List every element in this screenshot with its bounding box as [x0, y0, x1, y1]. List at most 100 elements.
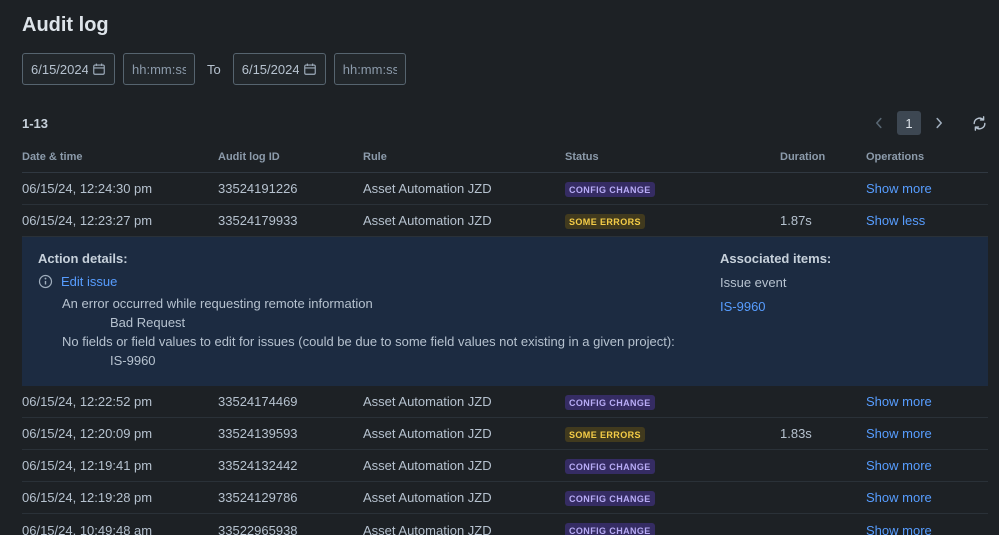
cell-audit-log-id: 33524129786	[218, 490, 363, 505]
to-time-input[interactable]	[343, 62, 397, 77]
cell-audit-log-id: 33522965938	[218, 523, 363, 535]
chevron-right-icon[interactable]	[927, 111, 951, 135]
action-row: Edit issue	[38, 274, 675, 289]
header-audit-log-id: Audit log ID	[218, 151, 363, 163]
cell-datetime: 06/15/24, 12:19:41 pm	[22, 458, 218, 473]
table-row: 06/15/24, 12:20:09 pm 33524139593 Asset …	[22, 418, 988, 450]
cell-status: CONFIG CHANGE	[565, 522, 780, 535]
cell-operations: Show more	[866, 394, 988, 409]
status-badge: CONFIG CHANGE	[565, 491, 655, 506]
cell-duration: 1.87s	[780, 213, 866, 228]
table-row: 06/15/24, 12:22:52 pm 33524174469 Asset …	[22, 386, 988, 418]
show-more-link[interactable]: Show more	[866, 523, 932, 535]
page-title: Audit log	[22, 14, 988, 37]
cell-operations: Show more	[866, 181, 988, 196]
cell-rule: Asset Automation JZD	[363, 426, 565, 441]
header-duration: Duration	[780, 151, 866, 163]
cell-status: CONFIG CHANGE	[565, 490, 780, 506]
cell-rule: Asset Automation JZD	[363, 458, 565, 473]
cell-rule: Asset Automation JZD	[363, 394, 565, 409]
cell-datetime: 06/15/24, 12:23:27 pm	[22, 213, 218, 228]
status-badge: CONFIG CHANGE	[565, 182, 655, 197]
info-icon	[38, 274, 53, 289]
action-details-section: Action details: Edit issue An error occu…	[38, 251, 675, 370]
cell-operations: Show more	[866, 490, 988, 505]
to-label: To	[203, 62, 225, 77]
table-row: 06/15/24, 10:49:48 am 33522965938 Asset …	[22, 514, 988, 535]
show-more-link[interactable]: Show more	[866, 181, 932, 196]
from-date-input[interactable]	[31, 62, 88, 77]
cell-datetime: 06/15/24, 10:49:48 am	[22, 523, 218, 535]
table-row: 06/15/24, 12:23:27 pm 33524179933 Asset …	[22, 205, 988, 237]
cell-operations: Show more	[866, 523, 988, 535]
associated-items-label: Associated items:	[720, 251, 972, 266]
table-row: 06/15/24, 12:24:30 pm 33524191226 Asset …	[22, 173, 988, 205]
cell-operations: Show more	[866, 458, 988, 473]
from-time-field[interactable]	[123, 53, 195, 85]
show-more-link[interactable]: Show more	[866, 394, 932, 409]
cell-rule: Asset Automation JZD	[363, 213, 565, 228]
cell-audit-log-id: 33524191226	[218, 181, 363, 196]
cell-datetime: 06/15/24, 12:22:52 pm	[22, 394, 218, 409]
cell-rule: Asset Automation JZD	[363, 523, 565, 535]
cell-audit-log-id: 33524179933	[218, 213, 363, 228]
calendar-icon[interactable]	[303, 62, 317, 76]
cell-audit-log-id: 33524139593	[218, 426, 363, 441]
status-badge: CONFIG CHANGE	[565, 523, 655, 535]
associated-items-section: Associated items: Issue event IS-9960	[720, 251, 972, 370]
cell-operations: Show less	[866, 213, 988, 228]
header-status: Status	[565, 151, 780, 163]
page-number-button[interactable]: 1	[897, 111, 921, 135]
table-header-row: Date & time Audit log ID Rule Status Dur…	[22, 145, 988, 173]
chevron-left-icon[interactable]	[867, 111, 891, 135]
audit-log-page: Audit log To 1-13 1	[0, 0, 999, 535]
date-filter-row: To	[22, 53, 988, 85]
show-more-link[interactable]: Show more	[866, 490, 932, 505]
status-badge: CONFIG CHANGE	[565, 395, 655, 410]
table-row: 06/15/24, 12:19:28 pm 33524129786 Asset …	[22, 482, 988, 514]
status-badge: SOME ERRORS	[565, 214, 645, 229]
from-time-input[interactable]	[132, 62, 186, 77]
edit-issue-link[interactable]: Edit issue	[61, 274, 117, 289]
show-less-link[interactable]: Show less	[866, 213, 925, 228]
cell-rule: Asset Automation JZD	[363, 181, 565, 196]
cell-operations: Show more	[866, 426, 988, 441]
cell-status: SOME ERRORS	[565, 426, 780, 442]
cell-datetime: 06/15/24, 12:24:30 pm	[22, 181, 218, 196]
show-more-link[interactable]: Show more	[866, 458, 932, 473]
cell-datetime: 06/15/24, 12:20:09 pm	[22, 426, 218, 441]
header-date-time: Date & time	[22, 151, 218, 163]
action-details-label: Action details:	[38, 251, 675, 266]
associated-issue-link[interactable]: IS-9960	[720, 299, 766, 314]
cell-status: CONFIG CHANGE	[565, 181, 780, 197]
row-detail-panel: Action details: Edit issue An error occu…	[22, 237, 988, 386]
table-row: 06/15/24, 12:19:41 pm 33524132442 Asset …	[22, 450, 988, 482]
calendar-icon[interactable]	[92, 62, 106, 76]
error-message-line: IS-9960	[110, 351, 675, 370]
show-more-link[interactable]: Show more	[866, 426, 932, 441]
header-rule: Rule	[363, 151, 565, 163]
cell-status: CONFIG CHANGE	[565, 458, 780, 474]
result-range-label: 1-13	[22, 116, 48, 131]
results-pagination-row: 1-13 1	[22, 111, 988, 135]
cell-audit-log-id: 33524132442	[218, 458, 363, 473]
pagination: 1	[867, 111, 988, 135]
cell-duration: 1.83s	[780, 426, 866, 441]
from-date-field[interactable]	[22, 53, 115, 85]
associated-item-type: Issue event	[720, 274, 972, 292]
cell-audit-log-id: 33524174469	[218, 394, 363, 409]
cell-datetime: 06/15/24, 12:19:28 pm	[22, 490, 218, 505]
error-message-line: Bad Request	[110, 313, 675, 332]
error-message-line: No fields or field values to edit for is…	[62, 332, 675, 351]
status-badge: SOME ERRORS	[565, 427, 645, 442]
error-message-line: An error occurred while requesting remot…	[62, 294, 675, 313]
cell-rule: Asset Automation JZD	[363, 490, 565, 505]
to-time-field[interactable]	[334, 53, 406, 85]
cell-status: SOME ERRORS	[565, 213, 780, 229]
cell-status: CONFIG CHANGE	[565, 394, 780, 410]
to-date-input[interactable]	[242, 62, 299, 77]
refresh-icon[interactable]	[971, 115, 988, 132]
to-date-field[interactable]	[233, 53, 326, 85]
header-operations: Operations	[866, 151, 988, 163]
status-badge: CONFIG CHANGE	[565, 459, 655, 474]
